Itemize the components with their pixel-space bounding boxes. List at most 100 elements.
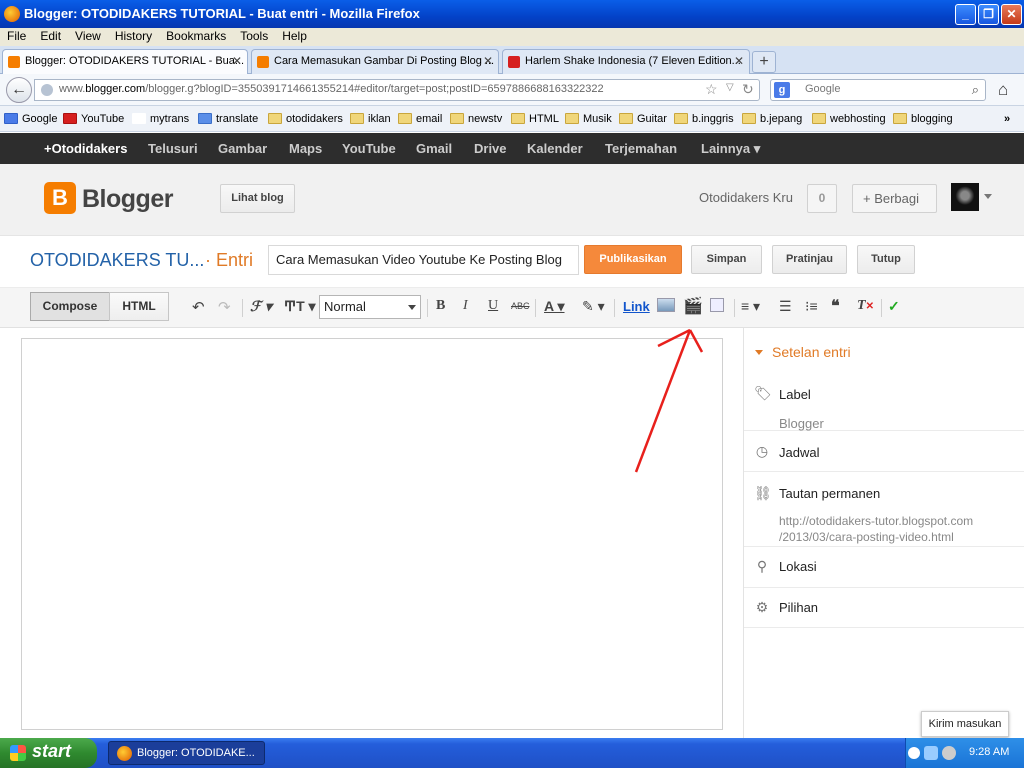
search-input[interactable]: g Google ⌕: [770, 79, 986, 101]
publish-button[interactable]: Publikasikan: [584, 245, 682, 274]
close-window-button[interactable]: ✕: [1001, 4, 1022, 25]
strikethrough-button[interactable]: ABC: [511, 301, 530, 311]
bookmark-html[interactable]: HTML: [511, 113, 559, 125]
tray-expand-icon[interactable]: [908, 747, 920, 759]
account-dropdown-icon[interactable]: [984, 194, 992, 199]
font-size-icon[interactable]: ͲT ▾: [284, 298, 316, 315]
menu-history[interactable]: History: [108, 28, 159, 44]
undo-icon[interactable]: ↶: [192, 298, 205, 316]
back-button[interactable]: ←: [6, 77, 32, 103]
bookmark-guitar[interactable]: Guitar: [619, 113, 667, 125]
gbar-otodidakers[interactable]: +Otodidakers: [44, 141, 127, 156]
maximize-button[interactable]: ❐: [978, 4, 999, 25]
save-button[interactable]: Simpan: [691, 245, 762, 274]
gbar-maps[interactable]: Maps: [289, 141, 322, 156]
search-icon[interactable]: ⌕: [972, 82, 979, 98]
bookmark-translate[interactable]: translate: [198, 113, 258, 125]
compose-mode-button[interactable]: Compose: [30, 292, 110, 321]
align-icon[interactable]: ≡ ▾: [741, 298, 760, 315]
blogger-logo-icon[interactable]: [44, 182, 76, 214]
font-family-icon[interactable]: ℱ ▾: [250, 298, 272, 315]
gbar-kalender[interactable]: Kalender: [527, 141, 583, 156]
view-blog-button[interactable]: Lihat blog: [220, 184, 295, 213]
jump-break-icon[interactable]: [710, 298, 724, 312]
clear-formatting-icon[interactable]: T✕: [857, 298, 874, 314]
star-bookmark-icon[interactable]: ☆: [705, 81, 718, 98]
insert-video-icon[interactable]: 🎬: [683, 296, 703, 316]
close-button[interactable]: Tutup: [857, 245, 915, 274]
window-title-bar[interactable]: Blogger: OTODIDAKERS TUTORIAL - Buat ent…: [0, 0, 1024, 28]
bookmark-musik[interactable]: Musik: [565, 113, 612, 125]
html-mode-button[interactable]: HTML: [109, 292, 169, 321]
bookmark-otodidakers[interactable]: otodidakers: [268, 113, 343, 125]
avatar[interactable]: [951, 183, 979, 211]
bookmark-b-inggris[interactable]: b.inggris: [674, 113, 734, 125]
bookmarks-overflow-icon[interactable]: »: [1004, 113, 1010, 125]
post-settings-title[interactable]: Setelan entri: [772, 344, 851, 360]
send-feedback-button[interactable]: Kirim masukan: [921, 711, 1009, 737]
gbar-telusuri[interactable]: Telusuri: [148, 141, 198, 156]
tab-harlem-shake[interactable]: Harlem Shake Indonesia (7 Eleven Edition…: [502, 49, 750, 74]
post-title-input[interactable]: Cara Memasukan Video Youtube Ke Posting …: [268, 245, 579, 275]
underline-button[interactable]: U: [488, 298, 498, 314]
new-tab-button[interactable]: +: [752, 51, 776, 73]
settings-options-row[interactable]: ⚙ Pilihan: [744, 588, 1024, 628]
gbar-drive[interactable]: Drive: [474, 141, 507, 156]
bulleted-list-icon[interactable]: ⁝≡: [805, 298, 818, 315]
collapse-caret-icon[interactable]: [755, 350, 763, 355]
bookmark-b-jepang[interactable]: b.jepang: [742, 113, 802, 125]
volume-icon[interactable]: [942, 746, 956, 760]
settings-permalink-row[interactable]: ⛓ Tautan permanen http://otodidakers-tut…: [744, 472, 1024, 547]
google-search-engine-icon[interactable]: g: [774, 82, 790, 98]
home-icon[interactable]: ⌂: [998, 80, 1008, 100]
bookmark-email[interactable]: email: [398, 113, 442, 125]
minimize-button[interactable]: _: [955, 4, 976, 25]
settings-label-row[interactable]: 🏷 Label Blogger: [744, 376, 1024, 431]
blog-title[interactable]: OTODIDAKERS TU...: [30, 250, 204, 271]
history-dropdown-icon[interactable]: ▽: [726, 82, 734, 93]
menu-tools[interactable]: Tools: [233, 28, 275, 44]
taskbar-firefox-item[interactable]: Blogger: OTODIDAKE...: [108, 741, 265, 765]
bookmark-iklan[interactable]: iklan: [350, 113, 391, 125]
italic-button[interactable]: I: [463, 298, 468, 314]
bookmark-mytrans[interactable]: mytrans: [132, 113, 189, 125]
gbar-gmail[interactable]: Gmail: [416, 141, 452, 156]
preview-button[interactable]: Pratinjau: [772, 245, 847, 274]
highlight-color-icon[interactable]: ✎ ▾: [582, 298, 605, 315]
address-bar[interactable]: www.blogger.com/blogger.g?blogID=3550391…: [34, 79, 760, 101]
share-button[interactable]: + Berbagi: [852, 184, 937, 213]
gbar-terjemahan[interactable]: Terjemahan: [605, 141, 677, 156]
menu-file[interactable]: File: [0, 28, 33, 44]
gbar-gambar[interactable]: Gambar: [218, 141, 267, 156]
redo-icon[interactable]: ↷: [218, 298, 231, 316]
menu-edit[interactable]: Edit: [33, 28, 68, 44]
bookmark-youtube[interactable]: YouTube: [63, 113, 124, 125]
bookmark-webhosting[interactable]: webhosting: [812, 113, 886, 125]
menu-bookmarks[interactable]: Bookmarks: [159, 28, 233, 44]
network-icon[interactable]: [924, 746, 938, 760]
gbar-youtube[interactable]: YouTube: [342, 141, 396, 156]
paragraph-format-select[interactable]: Normal: [319, 295, 421, 319]
settings-schedule-row[interactable]: ◷ Jadwal: [744, 431, 1024, 472]
reload-icon[interactable]: ↻: [742, 81, 754, 98]
gbar-lainnya[interactable]: Lainnya ▾: [701, 141, 760, 157]
bookmark-google[interactable]: Google: [4, 113, 57, 125]
spellcheck-icon[interactable]: ✓: [888, 298, 900, 315]
close-tab-icon[interactable]: ✕: [734, 54, 744, 68]
start-button[interactable]: start: [0, 738, 97, 768]
numbered-list-icon[interactable]: ☰: [779, 298, 792, 315]
menu-help[interactable]: Help: [275, 28, 314, 44]
insert-image-icon[interactable]: [657, 298, 675, 312]
bookmark-newstv[interactable]: newstv: [450, 113, 502, 125]
text-color-icon[interactable]: A ▾: [544, 298, 565, 315]
notification-count[interactable]: 0: [807, 184, 837, 213]
bold-button[interactable]: B: [436, 298, 445, 314]
close-tab-icon[interactable]: ✕: [483, 54, 493, 68]
close-tab-icon[interactable]: ✕: [232, 54, 242, 68]
quote-icon[interactable]: ❝: [831, 296, 840, 316]
tab-cara-memasukan[interactable]: Cara Memasukan Gambar Di Posting Blog ..…: [251, 49, 499, 74]
bookmark-blogging[interactable]: blogging: [893, 113, 953, 125]
settings-location-row[interactable]: ⚲ Lokasi: [744, 547, 1024, 588]
menu-view[interactable]: View: [68, 28, 108, 44]
link-button[interactable]: Link: [623, 299, 650, 314]
